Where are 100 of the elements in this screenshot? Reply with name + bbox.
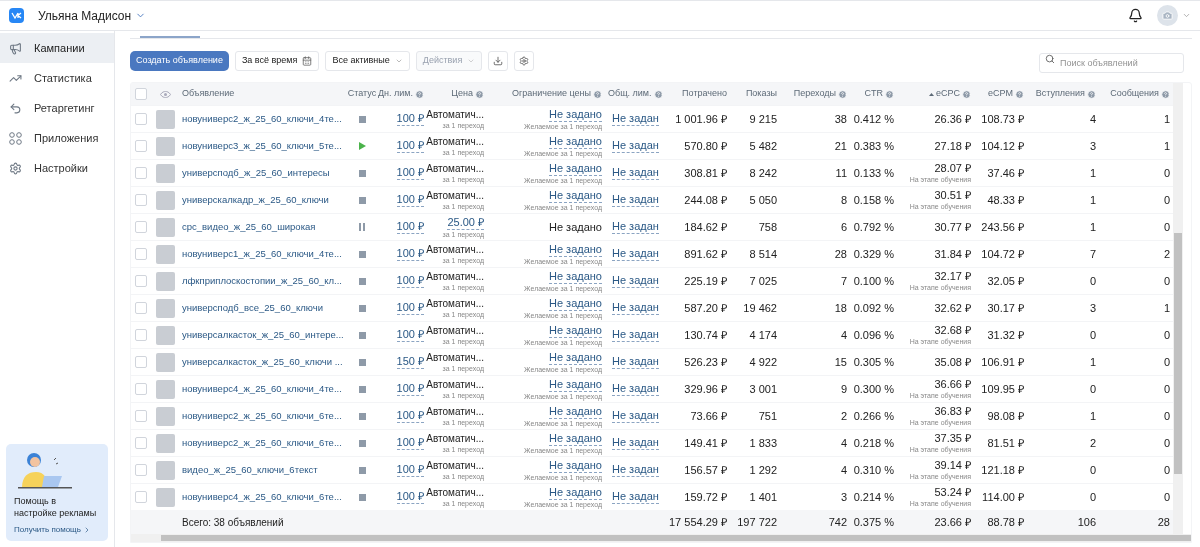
help-link[interactable]: Получить помощь — [14, 524, 100, 536]
column-header[interactable]: eCPC — [929, 87, 971, 101]
help-icon[interactable] — [653, 89, 663, 99]
price-limit-link[interactable]: Не задано — [549, 458, 602, 473]
ad-name-link[interactable]: новуниверс2_ж_25_60_ключи_4те... — [182, 111, 342, 127]
daily-limit-link[interactable]: 100 ₽ — [396, 193, 424, 207]
bell-icon[interactable] — [1128, 8, 1143, 23]
column-header[interactable]: Ограничение цены — [512, 87, 602, 101]
price-limit-link[interactable]: Не задано — [549, 431, 602, 446]
avatar[interactable] — [1157, 5, 1178, 26]
total-limit-link[interactable]: Не задан — [612, 409, 659, 423]
help-icon[interactable] — [1161, 89, 1170, 99]
checkbox[interactable] — [135, 140, 147, 152]
daily-limit-link[interactable]: 100 ₽ — [396, 436, 424, 450]
help-icon[interactable] — [1015, 89, 1024, 99]
price-limit-link[interactable]: Не задано — [549, 350, 602, 365]
download-button[interactable] — [488, 51, 509, 71]
vertical-scrollbar[interactable] — [1173, 83, 1183, 534]
search-field[interactable]: Поиск объявлений — [1039, 53, 1184, 73]
column-header[interactable]: Статус — [347, 87, 377, 101]
daily-limit-link[interactable]: 100 ₽ — [396, 409, 424, 423]
sidebar-item[interactable]: Приложения — [0, 123, 114, 153]
checkbox[interactable] — [135, 410, 147, 422]
price-limit-link[interactable]: Не задано — [549, 377, 602, 392]
price-limit-link[interactable]: Не задано — [549, 134, 602, 149]
checkbox[interactable] — [135, 356, 147, 368]
checkbox[interactable] — [135, 221, 147, 233]
daily-limit-link[interactable]: 100 ₽ — [396, 220, 424, 234]
column-header[interactable]: Общ. лим. — [608, 87, 663, 101]
help-icon[interactable] — [475, 89, 484, 99]
checkbox[interactable] — [135, 248, 147, 260]
ad-name-link[interactable]: новуниверс2_ж_25_60_ключи_6те... — [182, 408, 342, 424]
period-button[interactable]: За всё время — [234, 51, 320, 71]
daily-limit-link[interactable]: 100 ₽ — [396, 328, 424, 342]
daily-limit-link[interactable]: 100 ₽ — [396, 166, 424, 180]
price-limit-link[interactable]: Не задано — [549, 323, 602, 338]
help-icon[interactable] — [885, 89, 894, 99]
create-ad-button[interactable]: Создать объявление — [130, 51, 229, 71]
sidebar-item[interactable]: Настройки — [0, 153, 114, 183]
account-switcher[interactable]: Ульяна Мадисон — [38, 6, 147, 25]
daily-limit-link[interactable]: 100 ₽ — [396, 463, 424, 477]
column-header[interactable]: Дн. лим. — [377, 87, 424, 101]
sidebar-item[interactable]: Кампании — [0, 33, 114, 63]
checkbox[interactable] — [135, 194, 147, 206]
checkbox[interactable] — [135, 88, 147, 100]
settings-button[interactable] — [514, 51, 535, 71]
checkbox[interactable] — [135, 167, 147, 179]
checkbox[interactable] — [135, 383, 147, 395]
help-icon[interactable] — [415, 89, 424, 99]
total-limit-link[interactable]: Не задан — [612, 490, 659, 504]
daily-limit-link[interactable]: 100 ₽ — [396, 274, 424, 288]
ad-name-link[interactable]: видео_ж_25_60_ключи_6текст — [182, 462, 318, 478]
column-header[interactable]: Показы — [745, 87, 777, 101]
ad-name-link[interactable]: универсалкасток_ж_25_60_интере... — [182, 327, 344, 343]
column-header[interactable]: Объявление — [182, 87, 235, 101]
sidebar-item[interactable]: Статистика — [0, 63, 114, 93]
help-icon[interactable] — [1087, 89, 1096, 99]
daily-limit-link[interactable]: 100 ₽ — [396, 112, 424, 126]
help-icon[interactable] — [962, 89, 971, 99]
price-limit-link[interactable]: Не задано — [549, 161, 602, 176]
column-header[interactable]: eCPM — [988, 87, 1024, 101]
total-limit-link[interactable]: Не задан — [612, 301, 659, 315]
sidebar-item[interactable]: Ретаргетинг — [0, 93, 114, 123]
ad-name-link[interactable]: новуниверс4_ж_25_60_ключи_6те... — [182, 489, 342, 505]
ad-name-link[interactable]: универсподб_все_25_60_ключи — [182, 300, 323, 316]
chevron-down-icon[interactable] — [1182, 11, 1191, 20]
column-header[interactable]: CTR — [864, 87, 894, 101]
daily-limit-link[interactable]: 150 ₽ — [396, 355, 424, 369]
ad-name-link[interactable]: срс_видео_ж_25_60_широкая — [182, 219, 316, 235]
column-header[interactable]: Сообщения — [1110, 87, 1170, 101]
checkbox[interactable] — [135, 275, 147, 287]
column-header[interactable]: Вступления — [1035, 87, 1096, 101]
checkbox[interactable] — [135, 113, 147, 125]
total-limit-link[interactable]: Не задан — [612, 463, 659, 477]
checkbox[interactable] — [135, 491, 147, 503]
price-limit-link[interactable]: Не задано — [549, 269, 602, 284]
checkbox[interactable] — [135, 329, 147, 341]
price-limit-link[interactable]: Не задано — [549, 188, 602, 203]
ad-name-link[interactable]: новуниверс1_ж_25_60_ключи_4те... — [182, 246, 342, 262]
help-icon[interactable] — [593, 89, 602, 99]
price-limit-link[interactable]: Не задано — [549, 404, 602, 419]
daily-limit-link[interactable]: 100 ₽ — [396, 301, 424, 315]
total-limit-link[interactable]: Не задан — [612, 328, 659, 342]
total-limit-link[interactable]: Не задан — [612, 355, 659, 369]
daily-limit-link[interactable]: 100 ₽ — [396, 247, 424, 261]
eye-icon[interactable] — [159, 90, 171, 98]
total-limit-link[interactable]: Не задан — [612, 193, 659, 207]
ad-name-link[interactable]: новуниверс2_ж_25_60_ключи_6те... — [182, 435, 342, 451]
ad-name-link[interactable]: универсалкасток_ж_25_60_ключи ... — [182, 354, 343, 370]
ad-name-link[interactable]: универсподб_ж_25_60_интересы — [182, 165, 330, 181]
total-limit-link[interactable]: Не задан — [612, 382, 659, 396]
total-limit-link[interactable]: Не задан — [612, 139, 659, 153]
total-limit-link[interactable]: Не задан — [612, 436, 659, 450]
price-link[interactable]: 25.00 ₽ — [447, 215, 484, 230]
ad-name-link[interactable]: лфкприплоскостопии_ж_25_60_кл... — [182, 273, 342, 289]
ad-name-link[interactable]: новуниверс4_ж_25_60_ключи_4те... — [182, 381, 342, 397]
ad-name-link[interactable]: новуниверс3_ж_25_60_ключи_5те... — [182, 138, 342, 154]
total-limit-link[interactable]: Не задан — [612, 112, 659, 126]
column-header[interactable]: Переходы — [793, 87, 847, 101]
help-icon[interactable] — [838, 89, 847, 99]
